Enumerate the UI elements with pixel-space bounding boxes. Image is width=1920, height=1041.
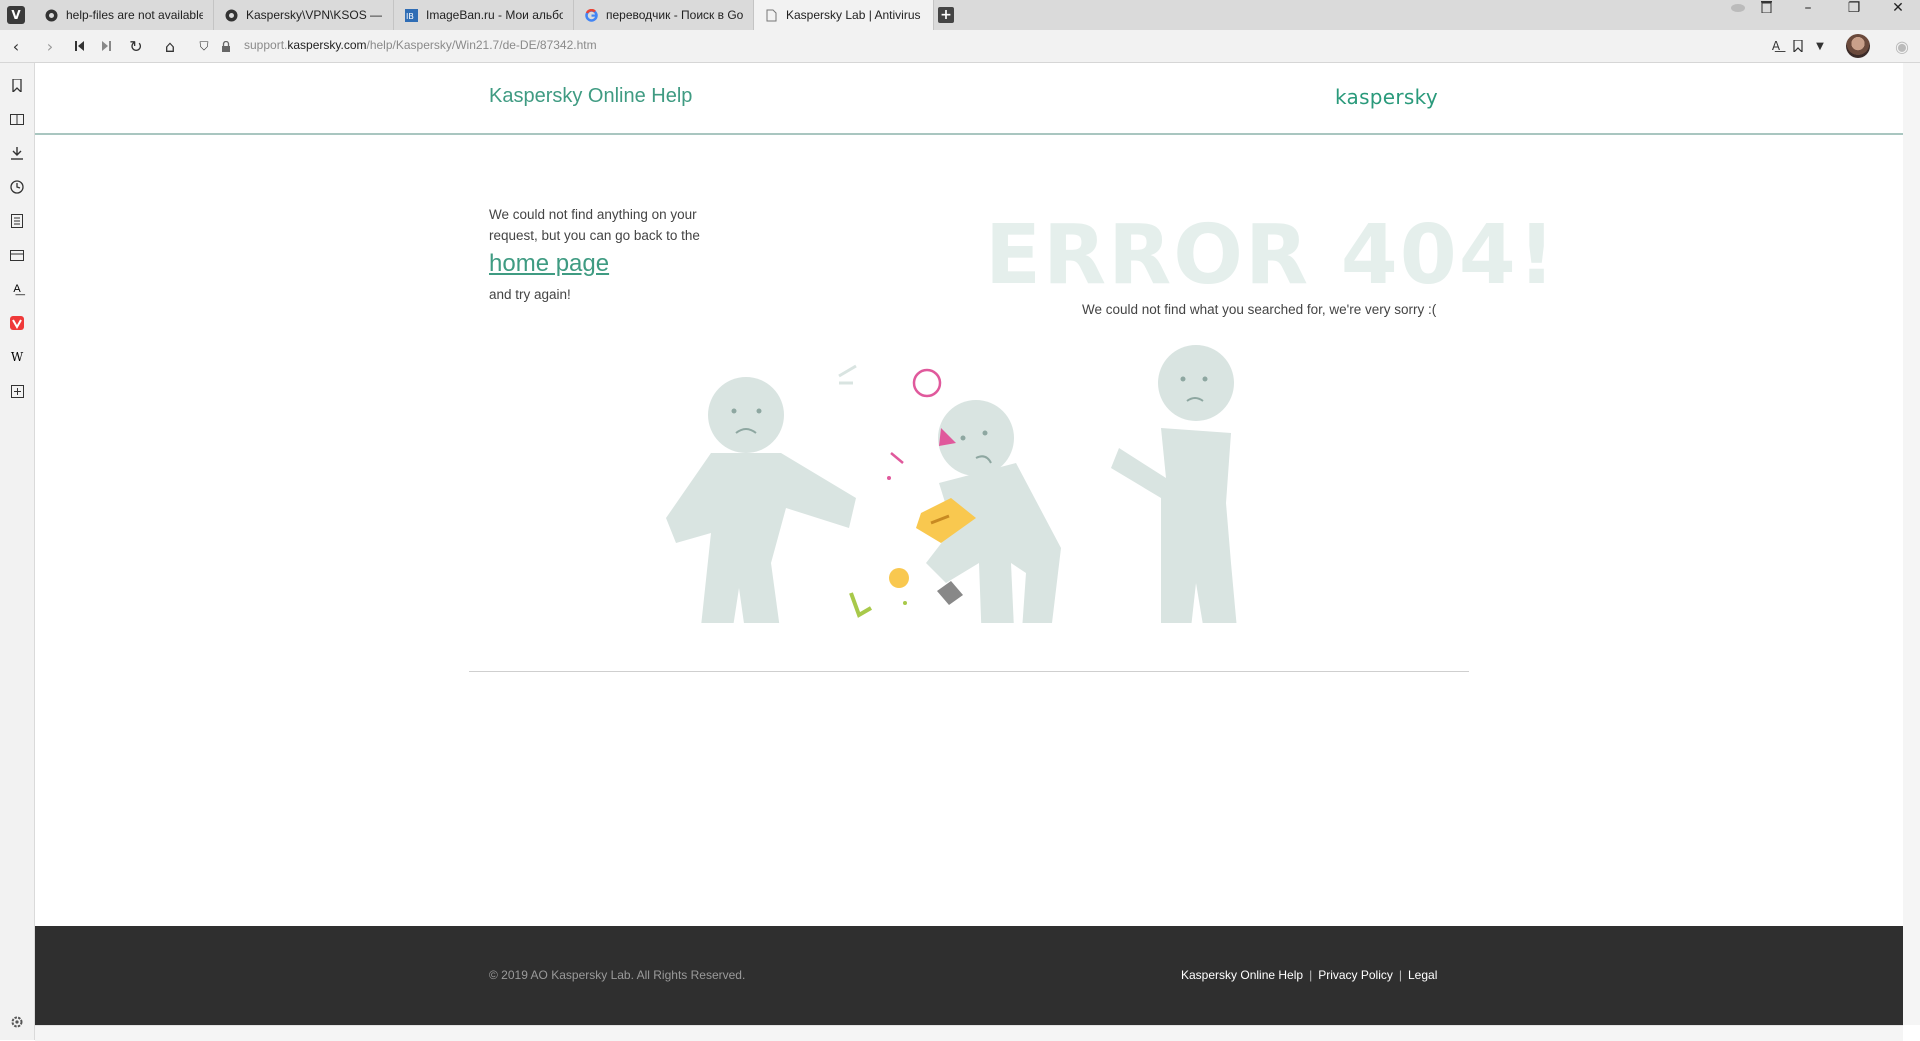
try-again-text: and try again!	[489, 287, 571, 302]
left-person-body	[666, 453, 856, 623]
link-separator: |	[1398, 968, 1402, 982]
error-code-heading: ERROR 404!	[985, 208, 1558, 303]
svg-text:IB: IB	[406, 12, 414, 21]
notes-icon[interactable]	[9, 213, 25, 229]
url-path: /help/Kaspersky/Win21.7/de-DE/87342.htm	[366, 38, 597, 52]
home-icon[interactable]: ⌂	[158, 34, 182, 58]
footer-link-legal[interactable]: Legal	[1408, 968, 1437, 982]
tab-help-files[interactable]: help-files are not available	[34, 0, 214, 30]
extension-icon[interactable]: ◉	[1890, 34, 1914, 58]
shield-icon[interactable]: ⛉	[192, 34, 216, 58]
bookmarks-icon[interactable]	[9, 77, 25, 93]
imageban-icon: IB	[404, 8, 418, 22]
sad-people-illustration	[666, 345, 1237, 623]
tab-title: help-files are not available	[66, 8, 203, 22]
green-arrow	[849, 592, 873, 618]
vertical-scrollbar[interactable]	[1903, 63, 1920, 1025]
add-panel-icon[interactable]	[9, 383, 25, 399]
page-icon	[764, 8, 778, 22]
url-field[interactable]: support.kaspersky.com/help/Kaspersky/Win…	[244, 38, 597, 52]
footer-link-online-help[interactable]: Kaspersky Online Help	[1181, 968, 1303, 982]
reload-icon[interactable]: ↻	[124, 34, 148, 58]
back-icon[interactable]: ‹	[4, 34, 28, 58]
minimize-icon[interactable]: –	[1790, 0, 1826, 30]
site-title-link[interactable]: Kaspersky Online Help	[489, 85, 692, 108]
side-panel: A͟ W	[0, 63, 35, 1040]
url-domain: kaspersky.com	[287, 38, 367, 52]
web-page: Kaspersky Online Help kaspersky We could…	[35, 63, 1903, 1025]
tab-strip: V help-files are not available Kaspersky…	[0, 0, 1920, 30]
trash-icon[interactable]	[1748, 0, 1784, 30]
refresh-symbol	[912, 368, 942, 398]
vivaldi-menu-icon[interactable]: V	[7, 6, 25, 24]
content-divider	[469, 671, 1469, 672]
wikipedia-icon[interactable]: W	[9, 349, 25, 365]
new-tab-icon[interactable]: +	[938, 7, 954, 23]
kaspersky-logo[interactable]: kaspersky	[1335, 85, 1438, 109]
tab-title: Kaspersky Lab | Antivirus P	[786, 8, 923, 22]
profile-avatar[interactable]	[1846, 34, 1870, 58]
link-separator: |	[1309, 968, 1313, 982]
vivaldi-panel-icon[interactable]	[9, 315, 25, 331]
globe-icon	[44, 8, 58, 22]
tab-google-search[interactable]: переводчик - Поиск в Goo	[574, 0, 754, 30]
copyright-text: © 2019 AO Kaspersky Lab. All Rights Rese…	[489, 968, 746, 982]
horizontal-scrollbar[interactable]	[35, 1025, 1903, 1041]
close-icon[interactable]: ✕	[1880, 0, 1916, 30]
rewind-icon[interactable]	[68, 34, 92, 58]
motion-lines	[838, 364, 857, 385]
tab-kaspersky-vpn[interactable]: Kaspersky\VPN\KSOS — 21	[214, 0, 394, 30]
footer-link-privacy-policy[interactable]: Privacy Policy	[1318, 968, 1393, 982]
address-bar: ‹ › ↻ ⌂ ⛉ support.kaspersky.com/help/Kas…	[0, 30, 1920, 63]
tab-title: Kaspersky\VPN\KSOS — 21	[246, 8, 383, 22]
sorry-message: We could not find what you searched for,…	[1082, 302, 1437, 317]
translate-icon[interactable]: A͟	[1764, 34, 1788, 58]
window-panel-icon[interactable]	[9, 247, 25, 263]
site-header: Kaspersky Online Help kaspersky	[35, 63, 1903, 135]
translate-panel-icon[interactable]: A͟	[9, 281, 25, 297]
settings-gear-icon[interactable]	[9, 1014, 25, 1030]
site-footer: © 2019 AO Kaspersky Lab. All Rights Rese…	[35, 926, 1903, 1025]
tab-title: переводчик - Поиск в Goo	[606, 8, 743, 22]
footer-links: Kaspersky Online Help | Privacy Policy | Leg…	[1181, 968, 1437, 982]
right-person-body	[1111, 428, 1237, 623]
dropdown-icon[interactable]: ▼	[1808, 34, 1832, 58]
left-person-head	[708, 377, 784, 453]
url-prefix: support.	[244, 38, 288, 52]
downloads-icon[interactable]	[9, 145, 25, 161]
tab-kaspersky-lab[interactable]: Kaspersky Lab | Antivirus P	[754, 0, 934, 30]
globe-icon	[224, 8, 238, 22]
gray-document	[937, 581, 963, 605]
restore-icon[interactable]: ❐	[1836, 0, 1872, 30]
history-icon[interactable]	[9, 179, 25, 195]
yellow-ball	[889, 568, 909, 588]
right-person-head	[1158, 345, 1234, 421]
google-icon	[584, 8, 598, 22]
tab-title: ImageBan.ru - Мои альбом	[426, 8, 563, 22]
reading-list-icon[interactable]	[9, 111, 25, 127]
not-found-message: We could not find anything on your reque…	[489, 207, 700, 243]
tab-imageban[interactable]: IB ImageBan.ru - Мои альбом	[394, 0, 574, 30]
bookmark-icon[interactable]	[1786, 34, 1810, 58]
lock-icon[interactable]	[214, 34, 238, 58]
home-page-link[interactable]: home page	[489, 250, 609, 278]
fast-forward-icon[interactable]	[94, 34, 118, 58]
forward-icon[interactable]: ›	[38, 34, 62, 58]
